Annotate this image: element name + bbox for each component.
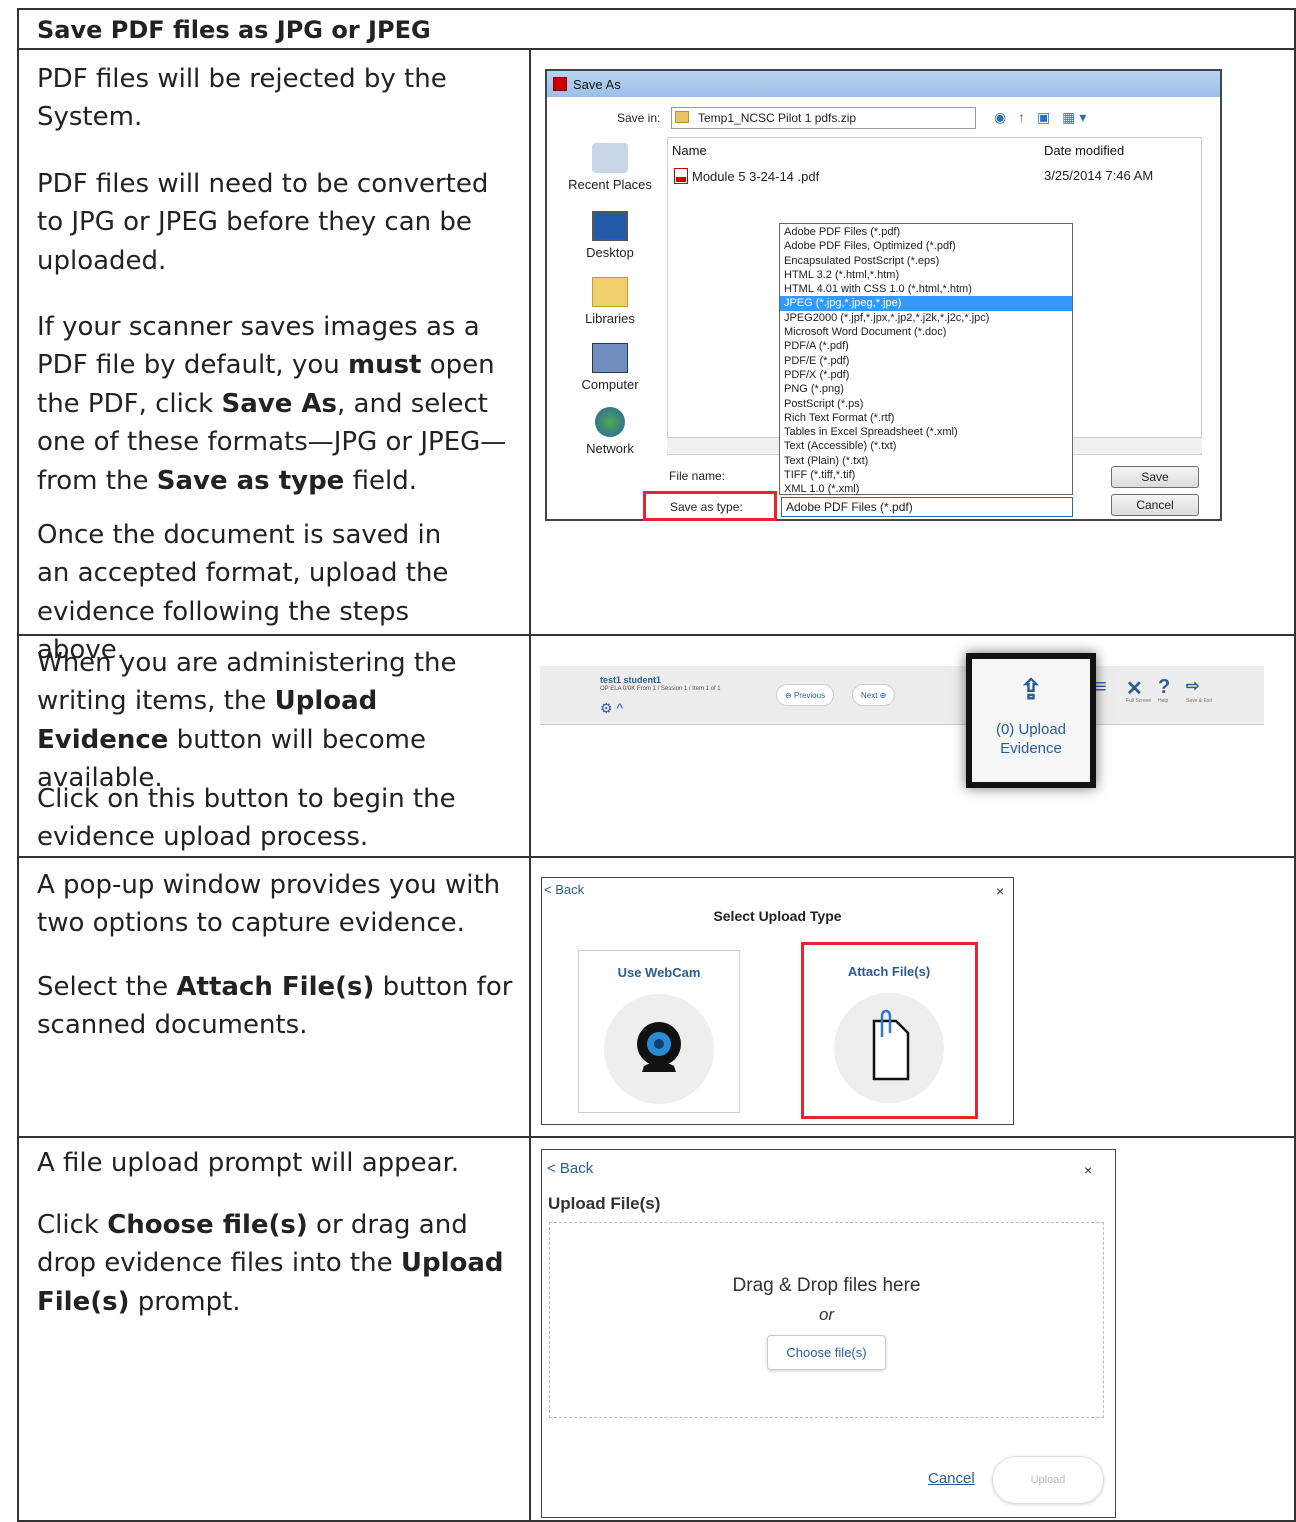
- desktop-icon: [592, 211, 628, 241]
- file-type-option[interactable]: PostScript (*.ps): [780, 397, 1072, 411]
- save-exit-icon[interactable]: ⇨: [1186, 676, 1199, 696]
- file-date: 3/25/2014 7:46 AM: [1044, 168, 1154, 183]
- file-type-option[interactable]: JPEG2000 (*.jpf,*.jpx,*.jp2,*.j2k,*.j2c,…: [780, 311, 1072, 325]
- next-button[interactable]: Next ⊕: [852, 684, 896, 706]
- file-type-option[interactable]: HTML 4.01 with CSS 1.0 (*.html,*.htm): [780, 282, 1072, 296]
- file-type-option[interactable]: Rich Text Format (*.rtf): [780, 411, 1072, 425]
- file-type-option[interactable]: Tables in Excel Spreadsheet (*.xml): [780, 425, 1072, 439]
- dialog-titlebar: Save As: [547, 71, 1220, 97]
- save-as-type-label: Save as type:: [643, 491, 777, 521]
- session-info: OP ELA 0/0K From 1 / Session 1 / Item 1 …: [600, 686, 721, 692]
- paragraph: Click on this button to begin the eviden…: [37, 784, 456, 853]
- file-type-option[interactable]: PDF/E (*.pdf): [780, 354, 1072, 368]
- column-divider: [529, 50, 531, 1520]
- paragraph: When you are administering the writing i…: [37, 648, 457, 794]
- or-text: or: [818, 1305, 835, 1324]
- save-type-dropdown-list[interactable]: Adobe PDF Files (*.pdf) Adobe PDF Files, …: [779, 223, 1073, 495]
- pdf-icon: [553, 77, 567, 91]
- close-icon[interactable]: ×: [1084, 1162, 1092, 1178]
- place-network[interactable]: Network: [565, 407, 655, 456]
- table-header: Save PDF files as JPG or JPEG: [37, 16, 431, 44]
- test-toolbar: test1 student1 OP ELA 0/0K From 1 / Sess…: [540, 666, 1264, 725]
- paragraph: Click Choose file(s) or drag and drop ev…: [37, 1210, 504, 1317]
- file-type-option[interactable]: JPEG (*.jpg,*.jpeg,*.jpe): [780, 296, 1072, 311]
- select-upload-type-dialog: < Back × Select Upload Type Use WebCam A…: [541, 877, 1014, 1125]
- dialog-title: Upload File(s): [548, 1194, 661, 1213]
- upload-evidence-button[interactable]: ⇪ (0) Upload Evidence: [966, 653, 1096, 788]
- paperclip-file-icon: [834, 993, 944, 1103]
- upload-files-dialog: < Back × Upload File(s) Drag & Drop file…: [541, 1149, 1116, 1518]
- column-name[interactable]: Name: [672, 143, 707, 158]
- place-libraries[interactable]: Libraries: [565, 277, 655, 326]
- back-link[interactable]: < Back: [547, 1160, 593, 1177]
- save-exit-label: Save & Exit: [1186, 698, 1212, 704]
- back-link[interactable]: < Back: [544, 882, 584, 897]
- place-desktop[interactable]: Desktop: [565, 211, 655, 260]
- upload-button[interactable]: Upload: [992, 1456, 1104, 1504]
- dialog-title: Select Upload Type: [713, 908, 842, 924]
- arrow-left-icon: ⊖: [785, 690, 794, 700]
- file-type-option[interactable]: PNG (*.png): [780, 382, 1072, 396]
- libraries-icon: [592, 277, 628, 307]
- save-in-select[interactable]: Temp1_NCSC Pilot 1 pdfs.zip: [671, 107, 976, 129]
- column-date[interactable]: Date modified: [1044, 143, 1124, 158]
- attach-files-button[interactable]: Attach File(s): [808, 950, 970, 1113]
- settings-gear-icon[interactable]: ⚙ ^: [600, 700, 623, 717]
- paragraph: If your scanner saves images as a PDF fi…: [37, 312, 507, 496]
- file-type-option[interactable]: Adobe PDF Files, Optimized (*.pdf): [780, 239, 1072, 253]
- file-type-option[interactable]: Adobe PDF Files (*.pdf): [780, 225, 1072, 239]
- place-recent[interactable]: Recent Places: [565, 143, 655, 192]
- cancel-link[interactable]: Cancel: [928, 1470, 975, 1487]
- help-label: Help: [1158, 698, 1169, 704]
- paragraph: PDF files will be rejected by the System…: [37, 64, 447, 133]
- divider: [19, 48, 1294, 50]
- student-name: test1 student1: [600, 675, 662, 685]
- network-icon: [595, 407, 625, 437]
- file-type-option[interactable]: TIFF (*.tiff,*.tif): [780, 468, 1072, 482]
- paragraph: A file upload prompt will appear.: [37, 1148, 460, 1178]
- computer-icon: [592, 343, 628, 373]
- arrow-right-icon: ⊕: [877, 690, 887, 700]
- recent-places-icon: [592, 143, 628, 173]
- dialog-title: Save As: [573, 76, 621, 92]
- file-type-option[interactable]: HTML 3.2 (*.html,*.htm): [780, 268, 1072, 282]
- full-screen-label: Full Screen: [1126, 698, 1152, 704]
- save-as-dialog: Save As Save in: Temp1_NCSC Pilot 1 pdfs…: [545, 69, 1222, 521]
- save-as-type-select[interactable]: Adobe PDF Files (*.pdf): [781, 497, 1073, 517]
- help-icon[interactable]: ?: [1158, 676, 1170, 699]
- attach-label: Attach File(s): [847, 964, 931, 979]
- navigation-icons[interactable]: ◉ ↑ ▣ ▦▾: [994, 109, 1090, 126]
- file-type-option[interactable]: PDF/A (*.pdf): [780, 339, 1072, 353]
- drop-zone[interactable]: Drag & Drop files here or Choose file(s): [549, 1222, 1104, 1418]
- drag-drop-text: Drag & Drop files here: [732, 1275, 921, 1296]
- use-webcam-button[interactable]: Use WebCam: [578, 950, 740, 1113]
- file-type-option[interactable]: Microsoft Word Document (*.doc): [780, 325, 1072, 339]
- divider: [19, 1136, 1294, 1138]
- choose-files-button[interactable]: Choose file(s): [767, 1335, 886, 1370]
- menu-icon[interactable]: ≡: [1095, 676, 1107, 699]
- place-computer[interactable]: Computer: [565, 343, 655, 392]
- file-type-option[interactable]: PDF/X (*.pdf): [780, 368, 1072, 382]
- file-row[interactable]: Module 5 3-24-14 .pdf: [674, 168, 819, 184]
- previous-button[interactable]: ⊖ Previous: [776, 684, 835, 706]
- close-icon[interactable]: ×: [996, 883, 1004, 899]
- cancel-button[interactable]: Cancel: [1111, 494, 1199, 516]
- pdf-file-icon: [674, 168, 688, 184]
- save-in-label: Save in:: [617, 111, 661, 125]
- save-button[interactable]: Save: [1111, 466, 1199, 488]
- file-name-label: File name:: [669, 469, 726, 483]
- paragraph: Select the Attach File(s) button for sca…: [37, 972, 513, 1041]
- upload-icon: ⇪: [1019, 674, 1043, 705]
- paragraph: PDF files will need to be converted to J…: [37, 169, 489, 276]
- file-type-option[interactable]: Text (Accessible) (*.txt): [780, 439, 1072, 453]
- upload-evidence-label: (0) Upload Evidence: [995, 721, 1067, 757]
- file-type-option[interactable]: Text (Plain) (*.txt): [780, 454, 1072, 468]
- webcam-label: Use WebCam: [617, 965, 701, 980]
- file-type-option[interactable]: Encapsulated PostScript (*.eps): [780, 254, 1072, 268]
- file-type-option[interactable]: XML 1.0 (*.xml): [780, 482, 1072, 496]
- paragraph: A pop-up window provides you with two op…: [37, 870, 501, 939]
- webcam-icon: [604, 994, 714, 1104]
